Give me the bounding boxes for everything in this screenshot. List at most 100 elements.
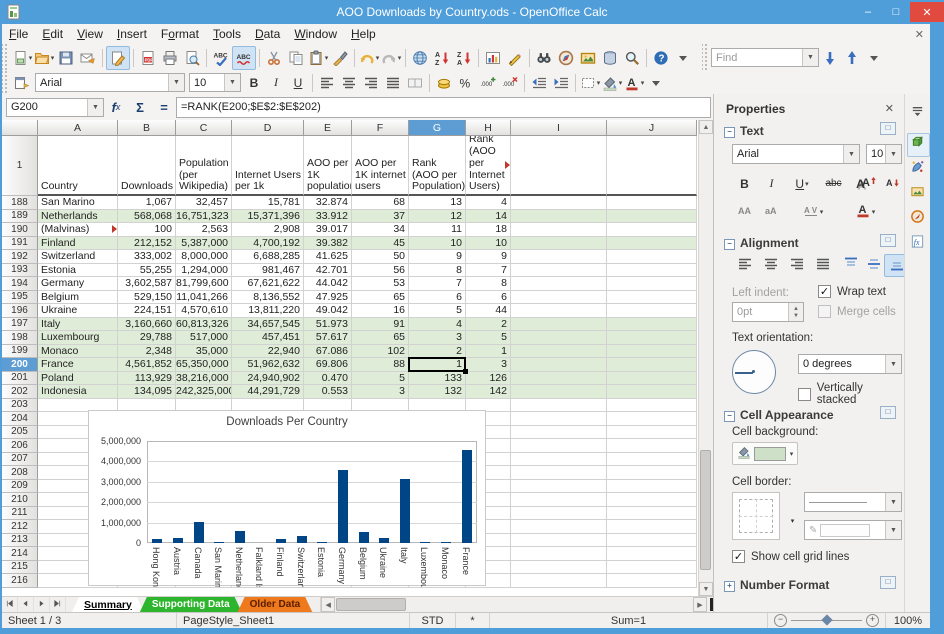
cell-G198[interactable]: 3: [409, 331, 466, 345]
cell-background-button[interactable]: ▾: [732, 442, 798, 465]
cell-F198[interactable]: 65: [352, 331, 409, 345]
cell-J205[interactable]: [607, 426, 697, 440]
dropdown-arrow-icon[interactable]: ▼: [843, 145, 859, 163]
row-header-210[interactable]: 210: [2, 493, 38, 507]
cell-H200[interactable]: 3: [466, 358, 511, 372]
gallery-tab[interactable]: [907, 183, 928, 205]
cell-I189[interactable]: [511, 210, 607, 224]
font_size-select[interactable]: 10▼: [866, 144, 902, 164]
column-header-D[interactable]: D: [232, 120, 304, 136]
cell-J211[interactable]: [607, 507, 697, 521]
dropdown-arrow-icon[interactable]: ▾: [398, 54, 402, 62]
row-header-207[interactable]: 207: [2, 453, 38, 467]
open-button[interactable]: ▾: [33, 47, 55, 69]
column-header-F[interactable]: F: [352, 120, 409, 136]
cell-F189[interactable]: 37: [352, 210, 409, 224]
spinner-arrows-icon[interactable]: ▲▼: [788, 303, 803, 321]
toolbar-overflow-button[interactable]: [863, 47, 885, 69]
toolbar-overflow-button[interactable]: [645, 72, 667, 94]
cell-J201[interactable]: [607, 372, 697, 386]
cell-E192[interactable]: 41.625: [304, 250, 352, 264]
close-button[interactable]: ✕: [910, 2, 944, 22]
row-header-191[interactable]: 191: [2, 237, 38, 251]
row-header-198[interactable]: 198: [2, 331, 38, 345]
sheet-tab-supporting-data[interactable]: Supporting Data: [140, 597, 242, 612]
cell-E202[interactable]: 0.553: [304, 385, 352, 399]
show-draw-functions-button[interactable]: [504, 47, 526, 69]
cell-J208[interactable]: [607, 466, 697, 480]
valign-top-button[interactable]: [838, 254, 863, 277]
cell-B193[interactable]: 55,255: [118, 264, 176, 278]
cell-J214[interactable]: [607, 547, 697, 561]
first-sheet-button[interactable]: [2, 597, 18, 612]
valign-bottom-button[interactable]: [884, 254, 904, 277]
cell-I216[interactable]: [511, 574, 607, 588]
cell-J202[interactable]: [607, 385, 697, 399]
styles-window-button[interactable]: [11, 72, 33, 94]
cell-H201[interactable]: 126: [466, 372, 511, 386]
grow-font-button[interactable]: A: [856, 172, 881, 195]
cell-I193[interactable]: [511, 264, 607, 278]
horizontal-scrollbar[interactable]: ◀▶: [320, 597, 713, 612]
cell-E201[interactable]: 0.470: [304, 372, 352, 386]
section-header[interactable]: −Cell Appearance: [724, 408, 834, 422]
cell-F196[interactable]: 16: [352, 304, 409, 318]
more-options-icon[interactable]: □: [880, 576, 896, 589]
cell-J213[interactable]: [607, 534, 697, 548]
cell-D193[interactable]: 981,467: [232, 264, 304, 278]
dropdown-arrow-icon[interactable]: ▼: [224, 74, 240, 91]
section-header[interactable]: −Text: [724, 124, 764, 138]
dropdown-arrow-icon[interactable]: ▾: [641, 79, 645, 87]
cell-D192[interactable]: 6,688,285: [232, 250, 304, 264]
header-cell-A1[interactable]: Country: [38, 136, 118, 196]
header-cell-D1[interactable]: Internet Users per 1k: [232, 136, 304, 196]
cell-I211[interactable]: [511, 507, 607, 521]
font-size-select[interactable]: 10▼: [189, 73, 241, 92]
cell-J212[interactable]: [607, 520, 697, 534]
font_name-select[interactable]: Arial▼: [732, 144, 860, 164]
cell-A193[interactable]: Estonia: [38, 264, 118, 278]
horizontal-scroll-thumb[interactable]: [336, 598, 406, 611]
bold-button[interactable]: B: [732, 172, 757, 195]
align-center-button[interactable]: [758, 254, 783, 277]
cell-J200[interactable]: [607, 358, 697, 372]
dropdown-arrow-icon[interactable]: ▾: [597, 79, 601, 87]
strikethrough-button[interactable]: abc: [821, 172, 846, 195]
cell-C189[interactable]: 16,751,323: [176, 210, 232, 224]
cell-C196[interactable]: 4,570,610: [176, 304, 232, 318]
cell-F194[interactable]: 53: [352, 277, 409, 291]
cell-J195[interactable]: [607, 291, 697, 305]
header-cell-H1[interactable]: Rank (AOO per Internet Users): [466, 136, 511, 196]
section-header[interactable]: −Alignment: [724, 236, 799, 250]
cell-J203[interactable]: [607, 399, 697, 413]
align-left-button[interactable]: [316, 72, 338, 94]
align-justified-button[interactable]: [810, 254, 835, 277]
cell-F197[interactable]: 91: [352, 318, 409, 332]
cell-E195[interactable]: 47.925: [304, 291, 352, 305]
cell-C200[interactable]: 65,350,000: [176, 358, 232, 372]
last-sheet-button[interactable]: [50, 597, 66, 612]
checkbox-grid_lines_label[interactable]: ✓Show cell grid lines: [732, 550, 849, 563]
dropdown-arrow-icon[interactable]: ▾: [29, 54, 33, 62]
cell-I192[interactable]: [511, 250, 607, 264]
cell-I194[interactable]: [511, 277, 607, 291]
cell-E198[interactable]: 57.617: [304, 331, 352, 345]
cell-H189[interactable]: 14: [466, 210, 511, 224]
toolbar-overflow-button[interactable]: [672, 47, 694, 69]
cell-G194[interactable]: 7: [409, 277, 466, 291]
previous-sheet-button[interactable]: [18, 597, 34, 612]
font-color-button[interactable]: A▾: [623, 72, 645, 94]
dropdown-arrow-icon[interactable]: ▼: [885, 493, 901, 511]
cell-G189[interactable]: 12: [409, 210, 466, 224]
hyperlink-button[interactable]: [409, 47, 431, 69]
find-replace-button[interactable]: [533, 47, 555, 69]
status-sum[interactable]: Sum=1: [490, 613, 768, 628]
cell-E194[interactable]: 44.042: [304, 277, 352, 291]
more-options-icon[interactable]: □: [880, 406, 896, 419]
maximize-button[interactable]: □: [882, 2, 910, 22]
sheet-tab-summary[interactable]: Summary: [72, 597, 144, 612]
spellcheck-button[interactable]: ABC: [210, 47, 232, 69]
vertical-scrollbar[interactable]: ▲▼: [698, 120, 713, 596]
cell-I200[interactable]: [511, 358, 607, 372]
cell-H198[interactable]: 5: [466, 331, 511, 345]
